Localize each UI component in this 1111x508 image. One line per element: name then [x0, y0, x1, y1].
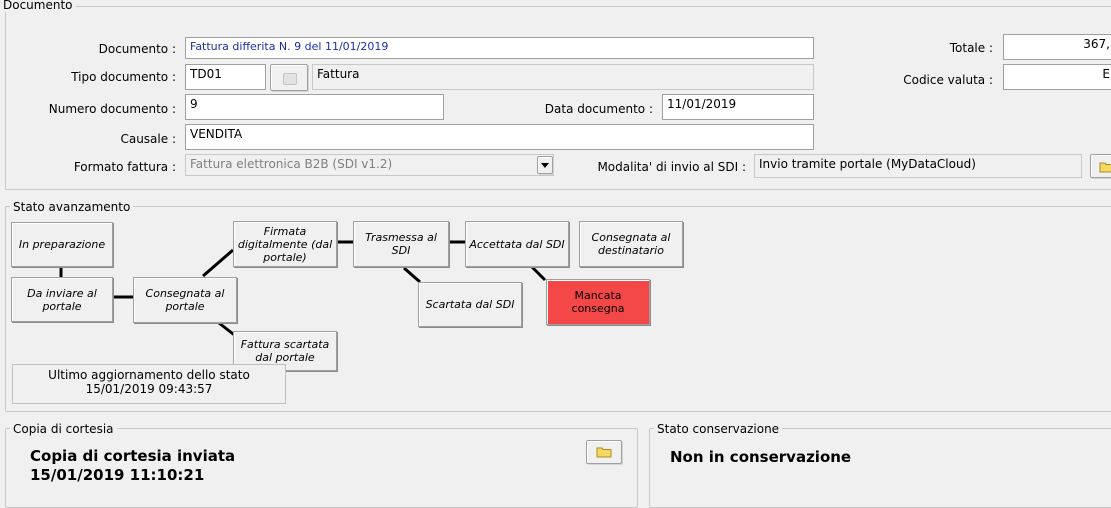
step-firmata-digitalmente: Firmata digitalmente (dal portale)	[233, 221, 337, 267]
stato-avanzamento-legend: Stato avanzamento	[10, 200, 134, 214]
lookup-icon	[283, 73, 297, 85]
stato-conservazione-value: Non in conservazione	[670, 448, 852, 466]
copia-cortesia-legend: Copia di cortesia	[10, 422, 117, 436]
numero-documento-field[interactable]: 9	[185, 94, 444, 120]
tipo-documento-label: Tipo documento :	[71, 70, 176, 84]
tipo-documento-code-field[interactable]: TD01	[185, 64, 266, 90]
step-trasmessa-al-sdi: Trasmessa al SDI	[353, 221, 449, 267]
copia-cortesia-timestamp: 15/01/2019 11:10:21	[30, 466, 205, 484]
totale-label: Totale :	[949, 41, 993, 55]
ultimo-aggiornamento-panel: Ultimo aggiornamento dello stato 15/01/2…	[12, 364, 286, 404]
modalita-invio-field: Invio tramite portale (MyDataCloud)	[754, 154, 1082, 178]
formato-fattura-dropdown-button[interactable]	[537, 156, 553, 174]
modalita-folder-button[interactable]	[1090, 154, 1111, 178]
data-documento-field[interactable]: 11/01/2019	[662, 94, 814, 120]
ultimo-aggiornamento-label: Ultimo aggiornamento dello stato	[48, 368, 250, 382]
step-scartata-dal-sdi: Scartata dal SDI	[418, 282, 522, 327]
step-da-inviare-al-portale: Da inviare al portale	[11, 277, 113, 322]
modalita-invio-label: Modalita' di invio al SDI :	[597, 160, 746, 174]
tipo-documento-lookup-button[interactable]	[270, 64, 308, 91]
numero-documento-label: Numero documento :	[48, 102, 176, 116]
copia-cortesia-status: Copia di cortesia inviata	[30, 447, 236, 465]
formato-fattura-select[interactable]: Fattura elettronica B2B (SDI v1.2)	[185, 154, 554, 176]
step-mancata-consegna: Mancata consegna	[546, 279, 650, 325]
folder-icon	[1099, 162, 1111, 173]
step-consegnata-al-destinatario: Consegnata al destinatario	[579, 221, 683, 267]
step-consegnata-al-portale: Consegnata al portale	[133, 277, 237, 323]
causale-field[interactable]: VENDITA	[185, 124, 814, 150]
documento-label: Documento :	[98, 42, 176, 56]
causale-label: Causale :	[120, 132, 176, 146]
codice-valuta-label: Codice valuta :	[903, 73, 993, 87]
tipo-documento-desc-field: Fattura	[312, 64, 814, 90]
folder-icon	[596, 447, 612, 458]
formato-fattura-label: Formato fattura :	[73, 160, 176, 174]
totale-field[interactable]: 367,	[1003, 34, 1111, 60]
copia-cortesia-folder-button[interactable]	[586, 440, 622, 464]
documento-legend: Documento	[0, 0, 76, 12]
step-accettata-dal-sdi: Accettata dal SDI	[465, 221, 569, 267]
chevron-down-icon	[541, 163, 549, 168]
step-in-preparazione: In preparazione	[11, 222, 113, 267]
ultimo-aggiornamento-value: 15/01/2019 09:43:57	[85, 382, 213, 396]
codice-valuta-field[interactable]: E	[1003, 64, 1111, 90]
stato-conservazione-group	[649, 428, 1111, 508]
data-documento-label: Data documento :	[544, 102, 653, 116]
documento-field[interactable]: Fattura differita N. 9 del 11/01/2019	[185, 37, 814, 59]
stato-conservazione-legend: Stato conservazione	[654, 422, 783, 436]
